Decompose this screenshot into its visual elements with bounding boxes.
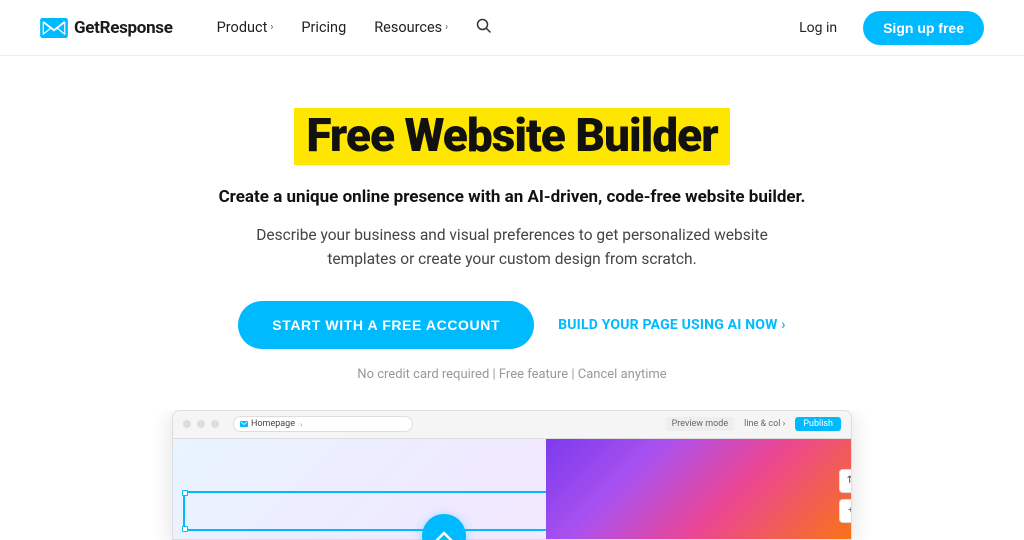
hero-description: Describe your business and visual prefer…: [252, 223, 772, 271]
selection-handle-tl: [182, 490, 188, 496]
browser-right-panel: ⇅ +: [839, 469, 851, 523]
resources-chevron-icon: ›: [445, 22, 448, 33]
browser-dot-1: [183, 420, 191, 428]
arrow-up-icon: [434, 529, 454, 540]
login-button[interactable]: Log in: [785, 12, 851, 44]
browser-bar: Homepage › Preview mode line & col › Pub…: [173, 411, 851, 439]
add-icon-btn[interactable]: +: [839, 499, 851, 523]
hero-subtitle: Create a unique online presence with an …: [219, 187, 806, 207]
browser-logo-mini: [240, 421, 248, 427]
navbar: GetResponse Product › Pricing Resources …: [0, 0, 1024, 56]
browser-dot-3: [211, 420, 219, 428]
signup-button[interactable]: Sign up free: [863, 11, 984, 45]
browser-preview-area: Homepage › Preview mode line & col › Pub…: [152, 410, 872, 540]
browser-dot-2: [197, 420, 205, 428]
search-icon[interactable]: [464, 10, 504, 46]
start-free-account-button[interactable]: START WITH A FREE ACCOUNT: [238, 301, 534, 349]
hero-section: Free Website Builder Create a unique onl…: [0, 56, 1024, 540]
logo-link[interactable]: GetResponse: [40, 18, 173, 38]
selection-handle-bl: [182, 526, 188, 532]
browser-right-image: ✕: [546, 439, 851, 539]
browser-content: ✕ ⇅ +: [173, 439, 851, 539]
build-with-ai-button[interactable]: BUILD YOUR PAGE USING AI NOW ›: [558, 317, 786, 333]
share-icon-btn[interactable]: ⇅: [839, 469, 851, 493]
nav-right-actions: Log in Sign up free: [785, 11, 984, 45]
nav-resources[interactable]: Resources ›: [362, 11, 460, 44]
product-chevron-icon: ›: [270, 22, 273, 33]
disclaimer-text: No credit card required | Free feature |…: [357, 367, 666, 382]
browser-publish-button[interactable]: Publish: [795, 417, 841, 431]
nav-pricing[interactable]: Pricing: [289, 11, 358, 44]
browser-left-panel: [173, 439, 546, 539]
nav-links: Product › Pricing Resources ›: [205, 10, 785, 46]
logo-icon: [40, 18, 68, 38]
nav-product[interactable]: Product ›: [205, 11, 286, 44]
hero-title: Free Website Builder: [294, 108, 729, 165]
logo-text: GetResponse: [74, 18, 173, 38]
browser-mockup: Homepage › Preview mode line & col › Pub…: [172, 410, 852, 540]
browser-url-bar: Homepage ›: [233, 416, 413, 432]
browser-preview-label: Preview mode: [666, 417, 735, 431]
hero-actions: START WITH A FREE ACCOUNT BUILD YOUR PAG…: [238, 301, 785, 349]
